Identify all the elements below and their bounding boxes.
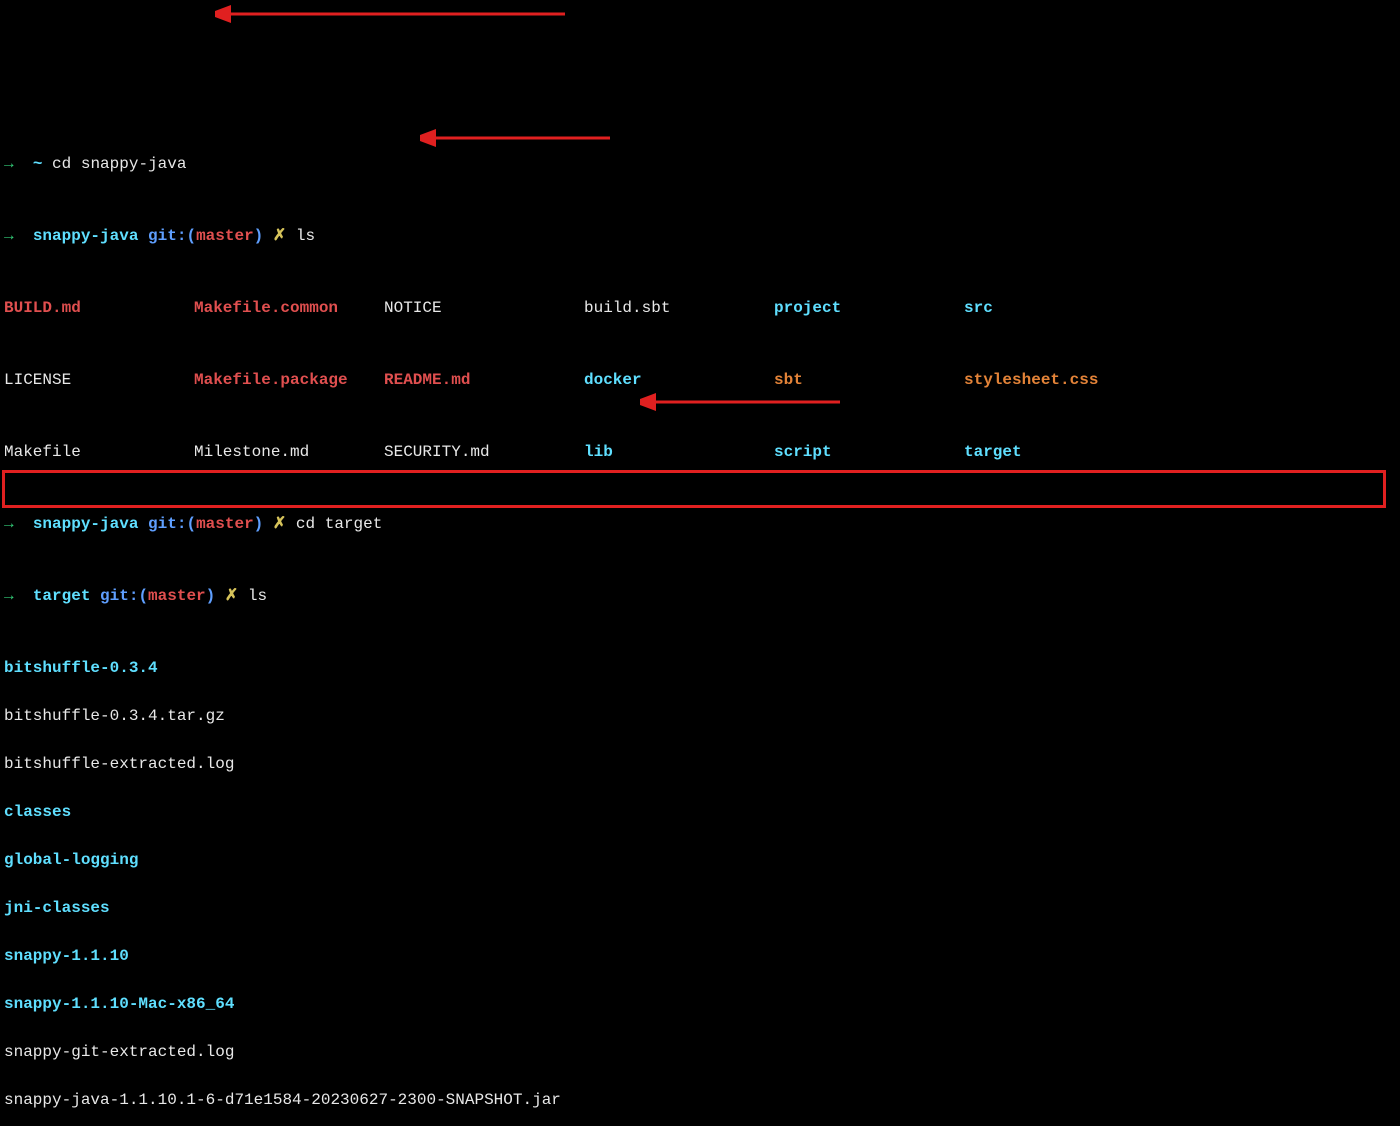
git-label-close: ): [254, 515, 264, 533]
git-branch: master: [196, 227, 254, 245]
git-dirty-icon: ✗: [225, 587, 238, 605]
prompt-line-ls1: → snappy-java git:(master) ✗ ls: [4, 224, 1396, 248]
file-classes: classes: [4, 803, 71, 821]
file-docker: docker: [584, 371, 642, 389]
git-branch: master: [196, 515, 254, 533]
cmd-ls2: ls: [248, 587, 267, 605]
prompt-arrow: →: [4, 587, 14, 605]
file-src: src: [964, 299, 993, 317]
ls-row-3: Makefile Milestone.md SECURITY.md lib script…: [4, 440, 1396, 464]
annotation-arrow-1: [215, 4, 575, 24]
git-branch: master: [148, 587, 206, 605]
file-license: LICENSE: [4, 371, 71, 389]
file-snappy-git-log: snappy-git-extracted.log: [4, 1043, 234, 1061]
file-snappy-mac: snappy-1.1.10-Mac-x86_64: [4, 995, 234, 1013]
prompt-line-cd-snappy: → ~ cd snappy-java: [4, 152, 1396, 176]
file-stylesheet-css: stylesheet.css: [964, 371, 1098, 389]
file-makefile-package: Makefile.package: [194, 371, 348, 389]
prompt-tilde: ~: [33, 155, 43, 173]
git-label-close: ): [206, 587, 216, 605]
prompt-arrow: →: [4, 227, 14, 245]
file-build-sbt: build.sbt: [584, 299, 670, 317]
file-snappy-1110: snappy-1.1.10: [4, 947, 129, 965]
git-label: git:(: [148, 515, 196, 533]
cmd-cd-target: cd target: [296, 515, 382, 533]
file-snappy-jar: snappy-java-1.1.10.1-6-d71e1584-20230627…: [4, 1091, 561, 1109]
file-sbt: sbt: [774, 371, 803, 389]
git-dirty-icon: ✗: [273, 515, 286, 533]
file-readme-md: README.md: [384, 371, 470, 389]
git-label: git:(: [148, 227, 196, 245]
file-makefile: Makefile: [4, 443, 81, 461]
file-build-md: BUILD.md: [4, 299, 81, 317]
cmd-cd-snappy: cd snappy-java: [52, 155, 186, 173]
file-notice: NOTICE: [384, 299, 442, 317]
ls-row-2: LICENSE Makefile.package README.md docker sb…: [4, 368, 1396, 392]
file-bitshuffle-dir: bitshuffle-0.3.4: [4, 659, 158, 677]
file-security-md: SECURITY.md: [384, 443, 490, 461]
terminal-output[interactable]: → ~ cd snappy-java → snappy-java git:(ma…: [4, 104, 1396, 1126]
git-dirty-icon: ✗: [273, 227, 286, 245]
ls-row-1: BUILD.md Makefile.common NOTICE build.sbt pr…: [4, 296, 1396, 320]
prompt-dir: snappy-java: [33, 227, 139, 245]
cmd-ls1: ls: [296, 227, 315, 245]
file-script: script: [774, 443, 832, 461]
file-milestone-md: Milestone.md: [194, 443, 309, 461]
prompt-arrow: →: [4, 515, 14, 533]
prompt-dir: snappy-java: [33, 515, 139, 533]
file-bitshuffle-log: bitshuffle-extracted.log: [4, 755, 234, 773]
prompt-arrow: →: [4, 155, 14, 173]
prompt-dir: target: [33, 587, 91, 605]
file-lib: lib: [584, 443, 613, 461]
file-bitshuffle-tar: bitshuffle-0.3.4.tar.gz: [4, 707, 225, 725]
prompt-line-ls2: → target git:(master) ✗ ls: [4, 584, 1396, 608]
file-makefile-common: Makefile.common: [194, 299, 338, 317]
file-jni-classes: jni-classes: [4, 899, 110, 917]
file-global-logging: global-logging: [4, 851, 138, 869]
git-label-close: ): [254, 227, 264, 245]
file-project: project: [774, 299, 841, 317]
file-target: target: [964, 443, 1022, 461]
prompt-line-cd-target: → snappy-java git:(master) ✗ cd target: [4, 512, 1396, 536]
git-label: git:(: [100, 587, 148, 605]
